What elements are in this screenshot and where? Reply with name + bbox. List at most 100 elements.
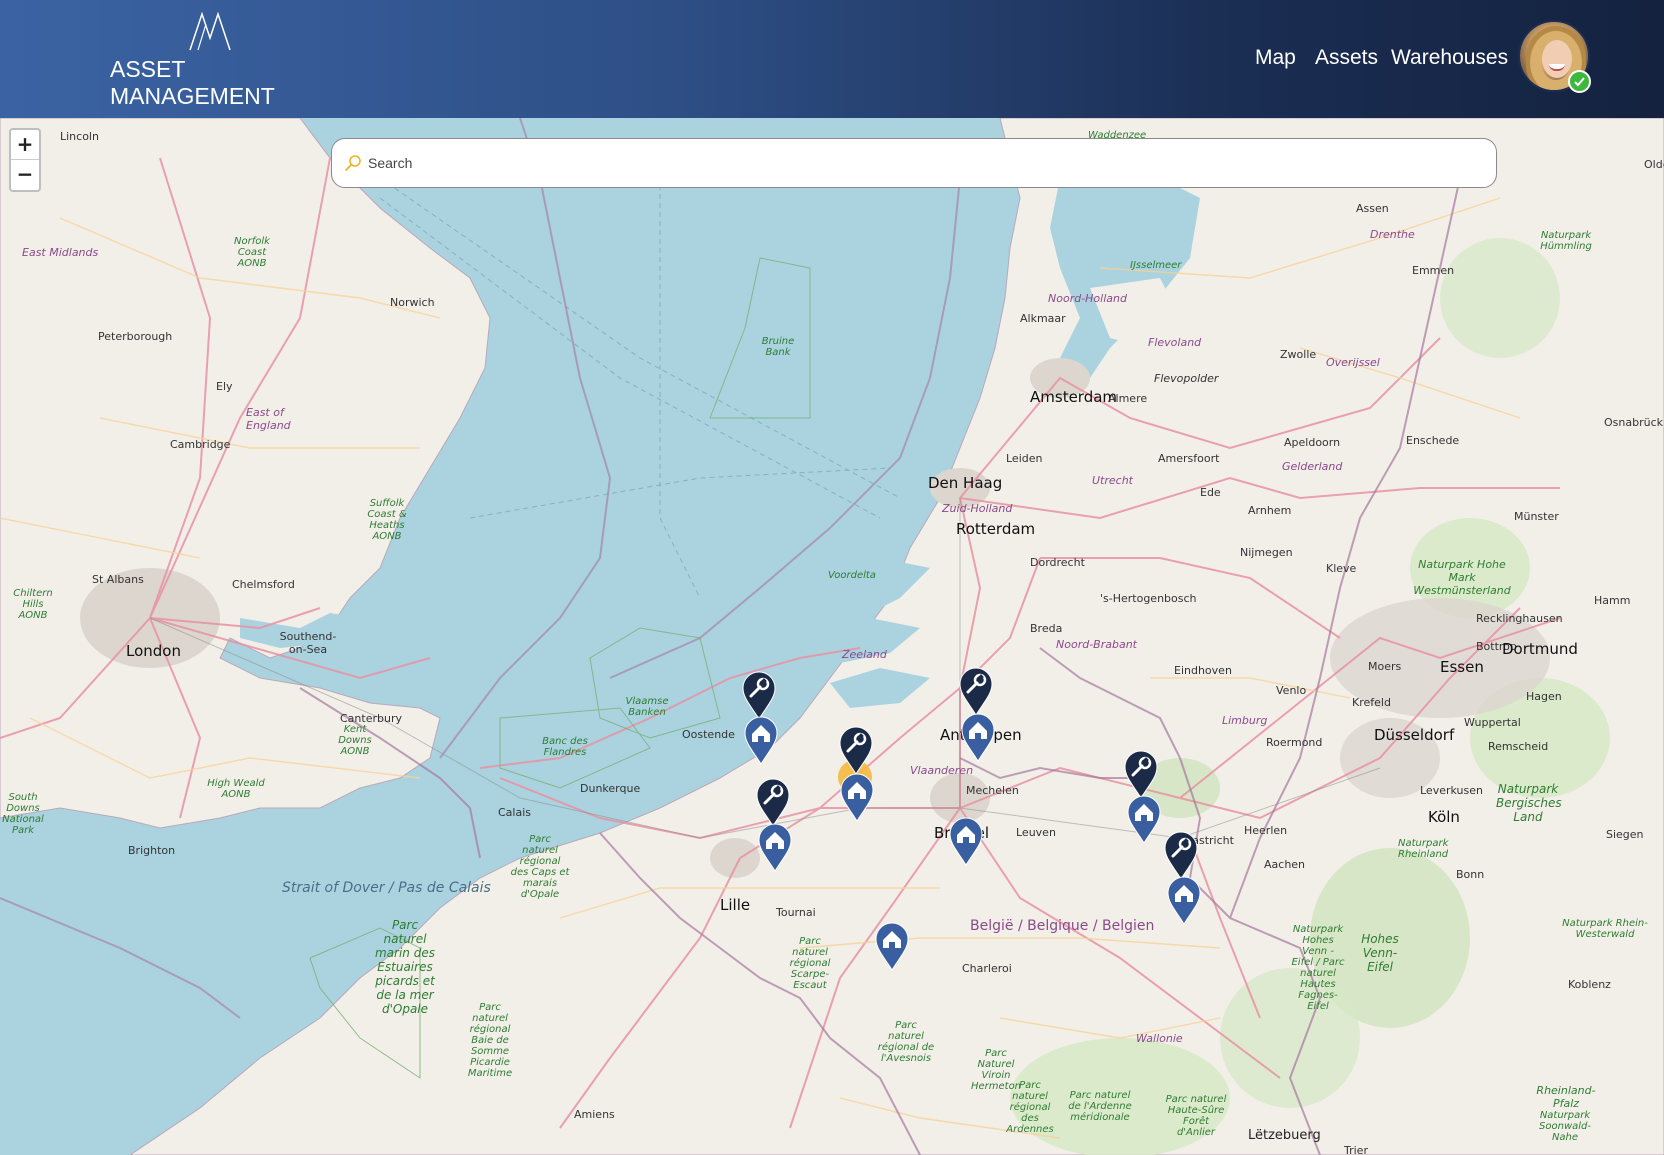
maintenance-marker[interactable] (1123, 749, 1159, 799)
map-label-wallonie: Wallonie (1136, 1032, 1183, 1045)
zoom-control: + − (9, 128, 41, 192)
app-header: ASSET MANAGEMENT Map Assets Warehouses (0, 0, 1664, 118)
map-label-rotterdam: Rotterdam (956, 520, 1036, 538)
map-label-aachen: Aachen (1264, 858, 1306, 871)
map-label-rheinland: Naturpark Rheinland (1398, 838, 1449, 860)
map-label-peterborough: Peterborough (98, 330, 173, 343)
maintenance-marker[interactable] (741, 670, 777, 720)
map-label-utrecht: Utrecht (1092, 474, 1133, 487)
map-label-st-albans: St Albans (92, 573, 144, 586)
map-label-eindhoven: Eindhoven (1174, 664, 1232, 677)
nav-warehouses[interactable]: Warehouses (1391, 46, 1508, 70)
map-label-southend: Southend-on-Sea (279, 630, 337, 656)
map-label-dusseldorf: Düsseldorf (1374, 726, 1455, 744)
map-label-parc-scarpe: Parc naturel régional Scarpe-Escaut (789, 936, 831, 991)
map-label-enschede: Enschede (1406, 434, 1460, 447)
map-label-cambridge: Cambridge (170, 438, 231, 451)
online-status-icon (1568, 70, 1591, 93)
map-label-almere: Almere (1108, 392, 1148, 405)
map-label-mechelen: Mechelen (966, 784, 1019, 797)
map-label-remscheid: Remscheid (1488, 740, 1549, 753)
map-label-dordrecht: Dordrecht (1030, 556, 1085, 569)
zoom-in-button[interactable]: + (11, 130, 39, 160)
search-icon (344, 154, 362, 177)
nav-map[interactable]: Map (1255, 46, 1296, 70)
map-label-parc-avesnois: Parc naturel régional de l'Avesnois (877, 1020, 935, 1064)
map-label-den-haag: Den Haag (928, 474, 1003, 492)
map-label-bergisches-land: Naturpark Bergisches Land (1496, 782, 1562, 824)
map-label-parc-haute-sure: Parc naturel Haute-Sûre Forêt d'Anlier (1165, 1094, 1227, 1138)
map-label-hohes-venn-parc: Naturpark Hohes Venn - Eifel / Parc natu… (1291, 924, 1345, 1012)
map-label-recklinghausen: Recklinghausen (1476, 612, 1563, 625)
nav-assets[interactable]: Assets (1315, 46, 1378, 70)
map-label-venlo: Venlo (1276, 684, 1307, 697)
map-label-koblenz: Koblenz (1568, 978, 1611, 991)
warehouse-marker[interactable] (839, 772, 875, 822)
map-label-siegen: Siegen (1606, 828, 1644, 841)
map-label-hamm: Hamm (1594, 594, 1631, 607)
map-label-brighton: Brighton (128, 844, 176, 857)
warehouse-marker[interactable] (757, 822, 793, 872)
map-label-roermond: Roermond (1266, 736, 1323, 749)
map-label-letzebuerg: Lëtzebuerg (1248, 1128, 1321, 1143)
warehouse-marker[interactable] (1126, 794, 1162, 844)
logo-text: ASSET MANAGEMENT (110, 56, 275, 109)
map-label-kleve: Kleve (1326, 562, 1357, 575)
map-label-vlaanderen: Vlaanderen (910, 764, 974, 777)
map-label-wuppertal: Wuppertal (1464, 716, 1521, 729)
map-label-oostende: Oostende (682, 728, 735, 741)
map-canvas[interactable]: Lincoln East Midlands Norfolk Coast AONB… (0, 118, 1664, 1155)
map-label-emmen: Emmen (1412, 264, 1455, 277)
search-bar (331, 138, 1497, 188)
warehouse-marker[interactable] (1166, 875, 1202, 925)
map-label-essen: Essen (1440, 658, 1484, 676)
map-label-parc-ardennes: Parc naturel régional des Ardennes (1006, 1080, 1054, 1135)
map-label-bruine-bank: Bruine Bank (761, 336, 795, 358)
maintenance-marker[interactable] (958, 666, 994, 716)
map-label-munster: Münster (1514, 510, 1559, 523)
map-label-high-weald: High Weald AONB (207, 778, 265, 800)
map-label-zwolle: Zwolle (1280, 348, 1317, 361)
map-label-lincoln: Lincoln (60, 130, 99, 143)
map-label-gelderland: Gelderland (1282, 460, 1343, 473)
maintenance-marker[interactable] (1163, 830, 1199, 880)
map-label-kent-downs: Kent Downs AONB (338, 724, 372, 757)
maintenance-marker[interactable] (755, 777, 791, 827)
map-label-zeeland: Zeeland (842, 648, 887, 661)
map-label-krefeld: Krefeld (1352, 696, 1391, 709)
map-label-voordelta: Voordelta (828, 570, 876, 581)
warehouse-marker[interactable] (874, 921, 910, 971)
map-label-chelmsford: Chelmsford (232, 578, 295, 591)
map-label-noord-brabant: Noord-Brabant (1056, 638, 1137, 651)
logo-mark-icon (189, 11, 231, 51)
app-logo[interactable]: ASSET MANAGEMENT (110, 10, 320, 109)
map-label-overijssel: Overijssel (1326, 356, 1380, 369)
map-label-norwich: Norwich (390, 296, 435, 309)
map-label-strait: Strait of Dover / Pas de Calais (282, 880, 491, 896)
map-label-moers: Moers (1368, 660, 1402, 673)
map-label-bonn: Bonn (1456, 868, 1485, 881)
map-label-suffolk: Suffolk Coast & Heaths AONB (367, 498, 407, 542)
zoom-out-button[interactable]: − (11, 160, 39, 190)
warehouse-marker[interactable] (743, 715, 779, 765)
map-label-rhein-westerwald: Naturpark Rhein-Westerwald (1562, 918, 1648, 940)
map-label-amersfoort: Amersfoort (1158, 452, 1220, 465)
map-label-belgie: België / Belgique / Belgien (970, 918, 1155, 934)
map-label-arnhem: Arnhem (1248, 504, 1292, 517)
map-label-vlaamse-banken: Vlaamse Banken (625, 696, 669, 718)
map-label-flevoland: Flevoland (1148, 336, 1202, 349)
warehouse-marker[interactable] (948, 816, 984, 866)
search-input[interactable] (368, 147, 1468, 179)
warehouse-marker[interactable] (960, 712, 996, 762)
map-label-osnabruck: Osnabrück (1604, 416, 1663, 429)
map-label-limburg: Limburg (1222, 714, 1268, 727)
map-label-parc-ardenne-meridionale: Parc naturel de l'Ardenne méridionale (1068, 1090, 1132, 1123)
map-label-flevopolder: Flevopolder (1154, 372, 1219, 385)
maintenance-marker[interactable] (838, 725, 874, 775)
map-label-south-downs: South Downs National Park (2, 792, 44, 836)
map-label-banc-flandres: Banc des Flandres (542, 736, 588, 758)
map-label-dunkerque: Dunkerque (580, 782, 641, 795)
map-label-hohes-venn: Hohes Venn-Eifel (1361, 932, 1399, 974)
map-label-hertogenbosch: 's-Hertogenbosch (1100, 592, 1197, 605)
map-label-ijsselmeer: IJsselmeer (1130, 260, 1182, 271)
